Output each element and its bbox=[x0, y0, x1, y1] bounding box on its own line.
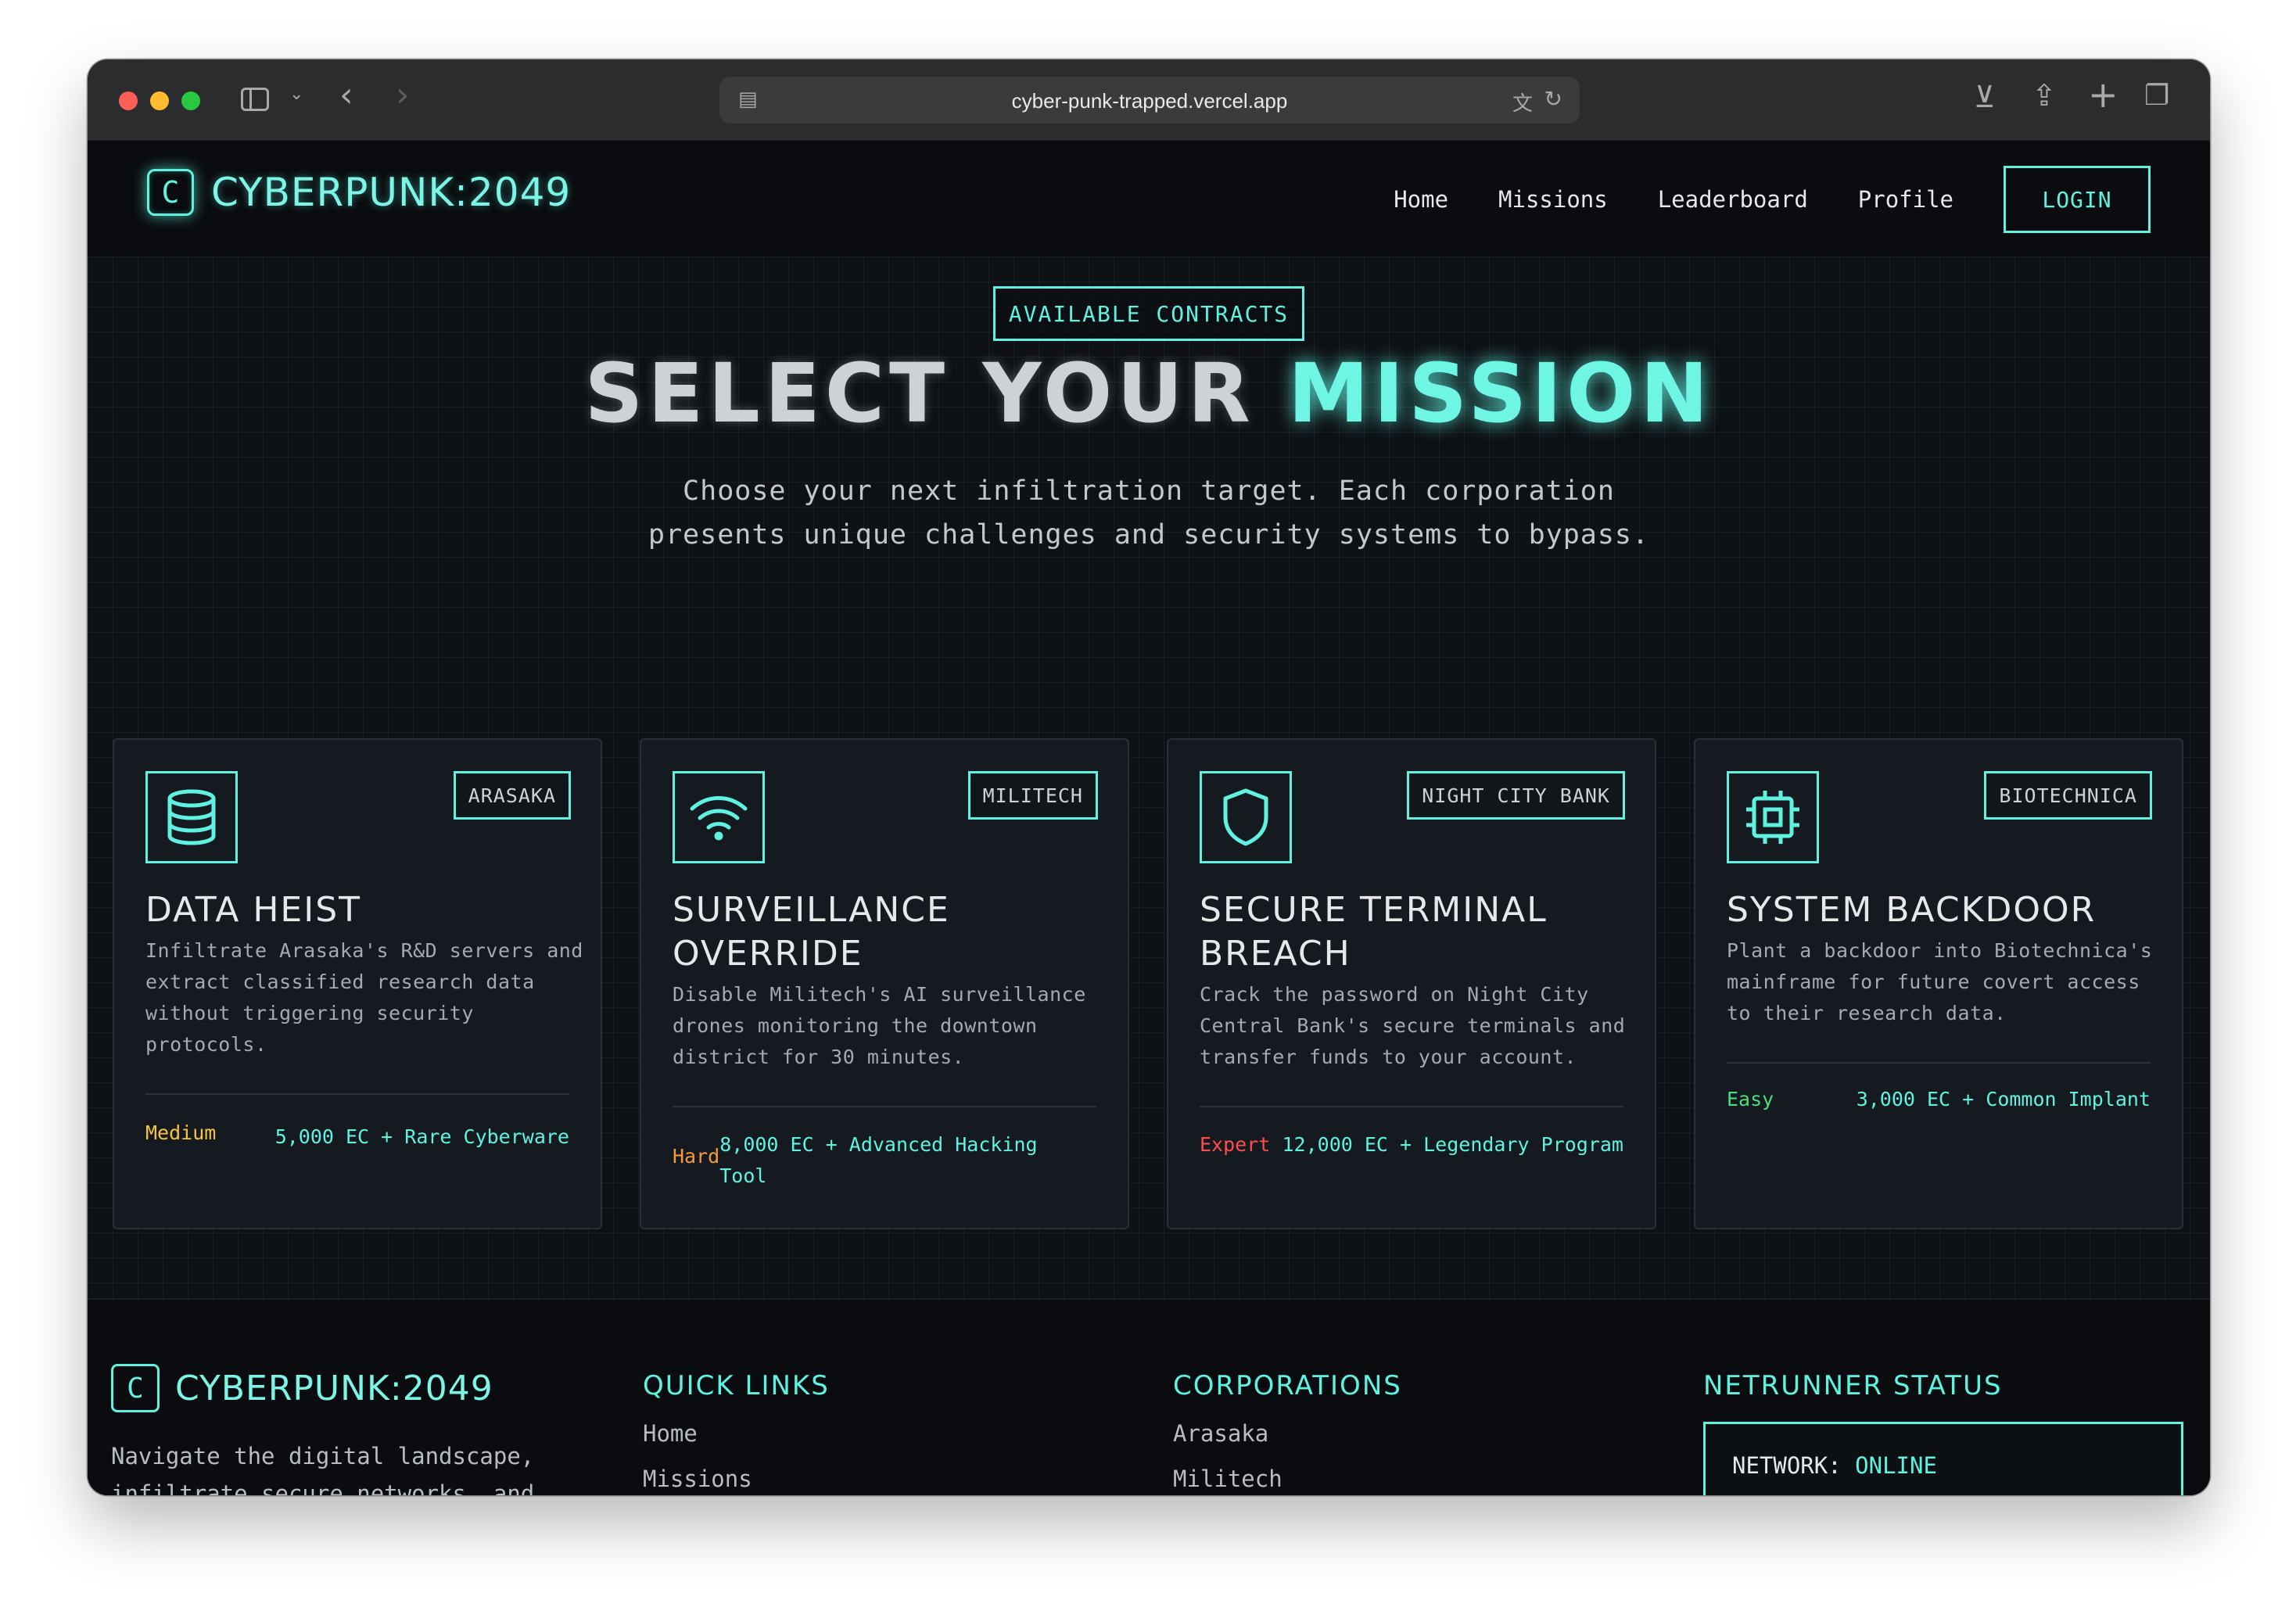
close-window-button[interactable] bbox=[119, 91, 138, 110]
footer-link-militech[interactable]: Militech bbox=[1173, 1466, 1402, 1492]
network-status-panel: NETWORK: ONLINE bbox=[1703, 1422, 2183, 1495]
network-label: NETWORK: bbox=[1732, 1452, 1842, 1479]
site-logo[interactable]: C CYBERPUNK:2049 bbox=[147, 169, 571, 216]
footer-tagline: Navigate the digital landscape, infiltra… bbox=[111, 1443, 535, 1495]
shield-icon bbox=[1200, 771, 1292, 863]
corp-badge: BIOTECHNICA bbox=[1984, 771, 2152, 820]
reward-label: 3,000 EC + Common Implant bbox=[1856, 1088, 2151, 1110]
corp-badge: ARASAKA bbox=[453, 771, 571, 820]
sidebar-toggle-icon[interactable] bbox=[241, 88, 269, 111]
wifi-icon bbox=[673, 771, 765, 863]
logo-text: CYBERPUNK:2049 bbox=[211, 170, 572, 215]
title-accent: MISSION bbox=[1288, 346, 1713, 441]
title-main: SELECT YOUR bbox=[584, 346, 1288, 441]
corp-badge: MILITECH bbox=[967, 771, 1098, 820]
footer-link-missions[interactable]: Missions bbox=[643, 1466, 830, 1492]
footer-link-arasaka[interactable]: Arasaka bbox=[1173, 1420, 1402, 1447]
mission-description: Infiltrate Arasaka's R&D servers and ext… bbox=[145, 939, 583, 1056]
reload-icon[interactable]: ↻ bbox=[1544, 86, 1562, 112]
netrunner-status-heading: NETRUNNER STATUS bbox=[1703, 1370, 2003, 1401]
mission-description: Crack the password on Night City Central… bbox=[1200, 983, 1626, 1068]
mission-title: DATA HEIST bbox=[145, 890, 362, 930]
database-icon bbox=[145, 771, 238, 863]
forward-arrow-icon[interactable]: › bbox=[396, 78, 410, 113]
card-divider bbox=[673, 1106, 1096, 1107]
mission-title: SYSTEM BACKDOOR bbox=[1727, 890, 2097, 930]
page-content: C CYBERPUNK:2049 Home Missions Leaderboa… bbox=[88, 141, 2210, 1495]
network-status: NETWORK: ONLINE bbox=[1732, 1452, 1937, 1479]
main-nav: Home Missions Leaderboard Profile LOGIN bbox=[1394, 166, 2151, 233]
reward-label: 8,000 EC + Advanced Hacking Tool bbox=[719, 1133, 1038, 1187]
mission-card-data-heist[interactable]: ARASAKA DATA HEIST Infiltrate Arasaka's … bbox=[113, 738, 602, 1229]
corporations-heading: CORPORATIONS bbox=[1173, 1370, 1402, 1401]
cpu-chip-icon bbox=[1727, 771, 1819, 863]
chevron-down-icon[interactable]: ⌄ bbox=[289, 84, 303, 104]
nav-link-home[interactable]: Home bbox=[1394, 186, 1448, 213]
site-footer: C CYBERPUNK:2049 Navigate the digital la… bbox=[88, 1298, 2210, 1495]
difficulty-label: Easy bbox=[1727, 1088, 1774, 1110]
footer-logo-mark: C bbox=[111, 1364, 160, 1412]
footer-quick-links: QUICK LINKS Home Missions bbox=[643, 1370, 830, 1492]
mission-title: SECURE TERMINAL BREACH bbox=[1200, 890, 1548, 974]
card-footer: Hard 8,000 EC + Advanced Hacking Tool bbox=[673, 1129, 1096, 1192]
reward-label: 5,000 EC + Rare Cyberware bbox=[274, 1125, 569, 1148]
hero-subtitle: Choose your next infiltration target. Ea… bbox=[648, 475, 1650, 551]
mission-description: Disable Militech's AI surveillance drone… bbox=[673, 983, 1086, 1068]
footer-corporations: CORPORATIONS Arasaka Militech bbox=[1173, 1370, 1402, 1492]
available-contracts-badge: AVAILABLE CONTRACTS bbox=[993, 286, 1304, 341]
share-icon[interactable]: ⇪ bbox=[2032, 78, 2057, 113]
address-bar[interactable]: ▤ cyber-punk-trapped.vercel.app 文 ↻ bbox=[719, 77, 1580, 124]
new-tab-icon[interactable]: + bbox=[2088, 74, 2118, 116]
footer-link-home[interactable]: Home bbox=[643, 1420, 830, 1447]
footer-logo-text: CYBERPUNK:2049 bbox=[175, 1368, 493, 1408]
network-value: ONLINE bbox=[1855, 1452, 1937, 1479]
site-header: C CYBERPUNK:2049 Home Missions Leaderboa… bbox=[88, 141, 2210, 257]
quick-links-heading: QUICK LINKS bbox=[643, 1370, 830, 1401]
nav-link-profile[interactable]: Profile bbox=[1858, 186, 1953, 213]
page-title: SELECT YOUR MISSION bbox=[88, 346, 2210, 441]
mission-title: SURVEILLANCE OVERRIDE bbox=[673, 890, 950, 974]
nav-link-missions[interactable]: Missions bbox=[1498, 186, 1608, 213]
difficulty-label: Hard bbox=[673, 1145, 720, 1168]
translate-icon[interactable]: 文 bbox=[1512, 88, 1533, 117]
zoom-window-button[interactable] bbox=[181, 91, 200, 110]
difficulty-label: Medium bbox=[145, 1121, 217, 1144]
mission-cards: ARASAKA DATA HEIST Infiltrate Arasaka's … bbox=[113, 738, 2185, 1229]
mission-card-system-backdoor[interactable]: BIOTECHNICA SYSTEM BACKDOOR Plant a back… bbox=[1694, 738, 2183, 1229]
difficulty-label: Expert bbox=[1200, 1133, 1271, 1156]
browser-window: ⌄ ‹ › ▤ cyber-punk-trapped.vercel.app 文 … bbox=[88, 59, 2210, 1495]
url-text[interactable]: cyber-punk-trapped.vercel.app bbox=[719, 89, 1580, 113]
logo-mark: C bbox=[147, 169, 194, 216]
card-footer: Easy 3,000 EC + Common Implant bbox=[1727, 1084, 2151, 1115]
card-divider bbox=[1200, 1106, 1623, 1107]
tab-overview-icon[interactable]: ❐ bbox=[2144, 80, 2169, 112]
nav-link-leaderboard[interactable]: Leaderboard bbox=[1658, 186, 1808, 213]
minimize-window-button[interactable] bbox=[150, 91, 169, 110]
reward-label: 12,000 EC + Legendary Program bbox=[1282, 1133, 1624, 1156]
back-arrow-icon[interactable]: ‹ bbox=[339, 78, 353, 113]
card-divider bbox=[145, 1093, 569, 1095]
footer-netrunner-status: NETRUNNER STATUS bbox=[1703, 1370, 2003, 1401]
download-icon[interactable]: ⊻ bbox=[1974, 80, 1996, 114]
mission-description: Plant a backdoor into Biotechnica's main… bbox=[1727, 939, 2153, 1024]
card-footer: Medium 5,000 EC + Rare Cyberware bbox=[145, 1121, 569, 1153]
corp-badge: NIGHT CITY BANK bbox=[1407, 771, 1625, 820]
card-divider bbox=[1727, 1062, 2151, 1064]
mission-card-secure-terminal-breach[interactable]: NIGHT CITY BANK SECURE TERMINAL BREACH C… bbox=[1167, 738, 1656, 1229]
login-button[interactable]: LOGIN bbox=[2004, 166, 2151, 233]
footer-logo[interactable]: C CYBERPUNK:2049 bbox=[111, 1364, 493, 1412]
browser-toolbar: ⌄ ‹ › ▤ cyber-punk-trapped.vercel.app 文 … bbox=[88, 59, 2210, 141]
card-footer: Expert 12,000 EC + Legendary Program bbox=[1200, 1129, 1623, 1161]
mission-card-surveillance-override[interactable]: MILITECH SURVEILLANCE OVERRIDE Disable M… bbox=[640, 738, 1129, 1229]
